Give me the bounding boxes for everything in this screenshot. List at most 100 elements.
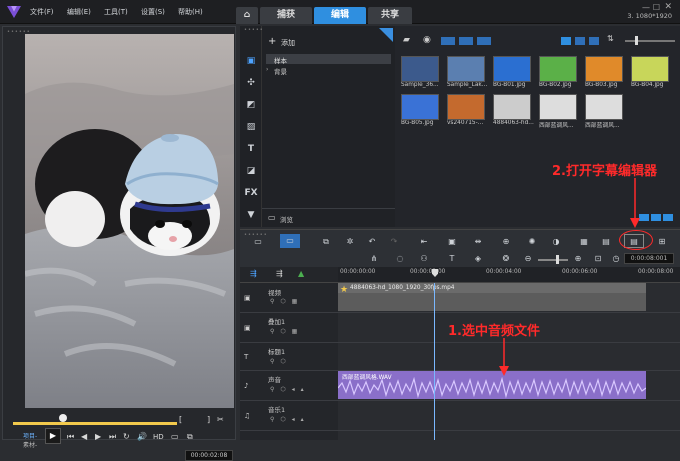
overlay-icon[interactable]: ◪ [244,164,258,178]
thumb-size-handle[interactable] [635,36,638,45]
preview-timecode[interactable]: 00:00:02:08 [185,450,233,461]
motion-icon[interactable]: ✺ [524,235,540,249]
sort-icon[interactable]: ⇅ [607,34,614,43]
menu-file[interactable]: 文件(F) [30,7,54,17]
graphic-icon[interactable]: ▨ [244,120,258,134]
color-icon[interactable]: ◑ [548,235,564,249]
loop-icon[interactable]: ◌ [392,252,408,266]
add-folder-label[interactable]: 添加 [281,38,295,48]
monitor-icon[interactable]: ▭ [171,432,179,441]
camera-icon[interactable]: ▦ [576,235,592,249]
zoom-slider[interactable] [538,259,568,261]
track-controls[interactable]: ⚲⬡ [270,358,292,365]
panel-layout-icon[interactable]: ⊞ [654,235,670,249]
track-header-voice[interactable]: ♪ 声音 ⚲⬡◂▴ [240,371,338,401]
close-icon[interactable]: ✕ [664,2,672,12]
track-header-music[interactable]: ♫ 音乐1 ⚲⬡◂▴ [240,401,338,431]
media-thumbnail[interactable]: BG-B04.jpg [631,56,675,88]
fit-icon[interactable]: ⇤ [416,235,432,249]
folder-item[interactable]: 背景 [274,66,287,76]
tab-home[interactable]: ⌂ [236,7,258,24]
zoom-in-icon[interactable]: ⊕ [570,252,586,266]
media-thumbnail[interactable]: Sample_Lak... [447,56,491,88]
split-clip-icon[interactable]: ⊕ [498,235,514,249]
thumb-view-icon[interactable] [575,37,585,45]
timeline-duration[interactable]: 0:00:08:001 [624,253,674,264]
mark-in-icon[interactable]: [ [179,415,182,424]
tab-share[interactable]: 共享 [368,7,412,24]
audio-clip[interactable]: 西部蓝调风格.WAV [338,371,646,399]
media-thumbnail[interactable]: Sample_36... [401,56,445,88]
add-marker-icon[interactable]: ▲ [298,269,304,278]
menu-help[interactable]: 帮助(H) [178,7,203,17]
audio-mix-icon[interactable]: ⚇ [416,252,432,266]
record-icon[interactable]: ◉ [423,35,431,45]
media-thumbnail[interactable]: 4884063-hd... [493,94,537,126]
media-icon[interactable]: ▣ [244,54,258,68]
home-start-icon[interactable]: ⏮ [67,432,74,442]
expand-arrow-icon[interactable]: › [266,66,268,73]
minimize-icon[interactable]: — [642,3,650,12]
media-thumbnail[interactable]: BG-B02.jpg [539,56,583,88]
browse-button[interactable]: ▭ 浏览 [262,208,395,227]
crop-icon[interactable]: ▣ [444,235,460,249]
clock-icon[interactable]: ◷ [608,252,624,266]
clip-mode-label[interactable]: 素材- [23,440,37,449]
title-icon[interactable]: T [244,142,258,156]
show-video-icon[interactable] [441,37,455,45]
track-controls[interactable]: ⚲⬡▦ [270,328,303,335]
track-controls[interactable]: ⚲⬡◂▴ [270,386,310,393]
hd-toggle[interactable]: HD [153,433,164,441]
volume-icon[interactable]: 🔊 [137,432,147,441]
track-header-title[interactable]: T 标题1 ⚲⬡ [240,343,338,371]
media-thumbnail[interactable]: vs240715-... [447,94,491,126]
media-thumbnail[interactable]: 西部蓝调风... [585,94,629,129]
split-icon[interactable]: ✂ [217,415,224,424]
media-thumbnail[interactable]: BG-B01.jpg [493,56,537,88]
snapshot-icon[interactable]: ⧉ [187,432,193,442]
track-controls[interactable]: ⚲⬡◂▴ [270,416,310,423]
track-manager-icon[interactable]: ⇶ [250,269,257,278]
thumb-size-slider[interactable] [625,40,675,42]
copy-icon[interactable]: ⧉ [318,235,334,249]
library-options[interactable] [639,214,677,223]
undo-icon[interactable]: ↶ [364,235,380,249]
spin-icon[interactable]: ❂ [498,252,514,266]
redo-icon[interactable]: ↷ [386,235,402,249]
mark-out-icon[interactable]: ] [207,415,210,424]
repeat-icon[interactable]: ↻ [123,432,130,441]
menu-edit[interactable]: 编辑(E) [67,7,91,17]
folder-open-icon[interactable]: ▰ [403,35,410,45]
show-photo-icon[interactable] [459,37,473,45]
track-controls[interactable]: ⚲⬡▦ [270,298,303,305]
zoom-out-icon[interactable]: ⊖ [520,252,536,266]
transition-icon[interactable]: ◩ [244,98,258,112]
preview-scrubber-handle[interactable] [59,414,67,422]
media-thumbnail[interactable]: 西部蓝调风... [539,94,583,129]
list-view-icon[interactable] [561,37,571,45]
zoom-slider-handle[interactable] [556,255,559,264]
tab-capture[interactable]: 捕获 [260,7,312,24]
add-icon[interactable]: + [268,36,276,47]
trim-icon[interactable]: ⇹ [470,235,486,249]
more-down-icon[interactable]: ▼ [244,208,258,222]
maximize-icon[interactable]: ☐ [653,3,660,12]
chapter-icon[interactable]: ⇶ [276,269,283,278]
detail-view-icon[interactable] [589,37,599,45]
fx-icon[interactable]: FX [244,186,258,200]
menu-settings[interactable]: 设置(S) [141,7,165,17]
tools-icon[interactable]: ✲ [342,235,358,249]
video-clip[interactable]: ★ 4884063-hd_1080_1920_30fps.mp4 [338,283,646,311]
preview-scrubber-track[interactable] [13,422,177,425]
marker-icon[interactable]: ◈ [470,252,486,266]
media-thumbnail[interactable]: BG-B03.jpg [585,56,629,88]
folder-item-selected[interactable]: 样本 [266,54,391,65]
show-audio-icon[interactable] [477,37,491,45]
text-tool-icon[interactable]: T [444,252,460,266]
ripple-icon[interactable]: ⋔ [366,252,382,266]
timeline-ruler[interactable]: 00:00:00:00 00:00:02:00 00:00:04:00 00:0… [338,267,680,283]
media-thumbnail[interactable]: BG-B05.jpg [401,94,445,126]
playhead-handle[interactable] [432,269,438,277]
instant-project-icon[interactable]: ✣ [244,76,258,90]
next-frame-icon[interactable]: ▶ [95,432,101,441]
